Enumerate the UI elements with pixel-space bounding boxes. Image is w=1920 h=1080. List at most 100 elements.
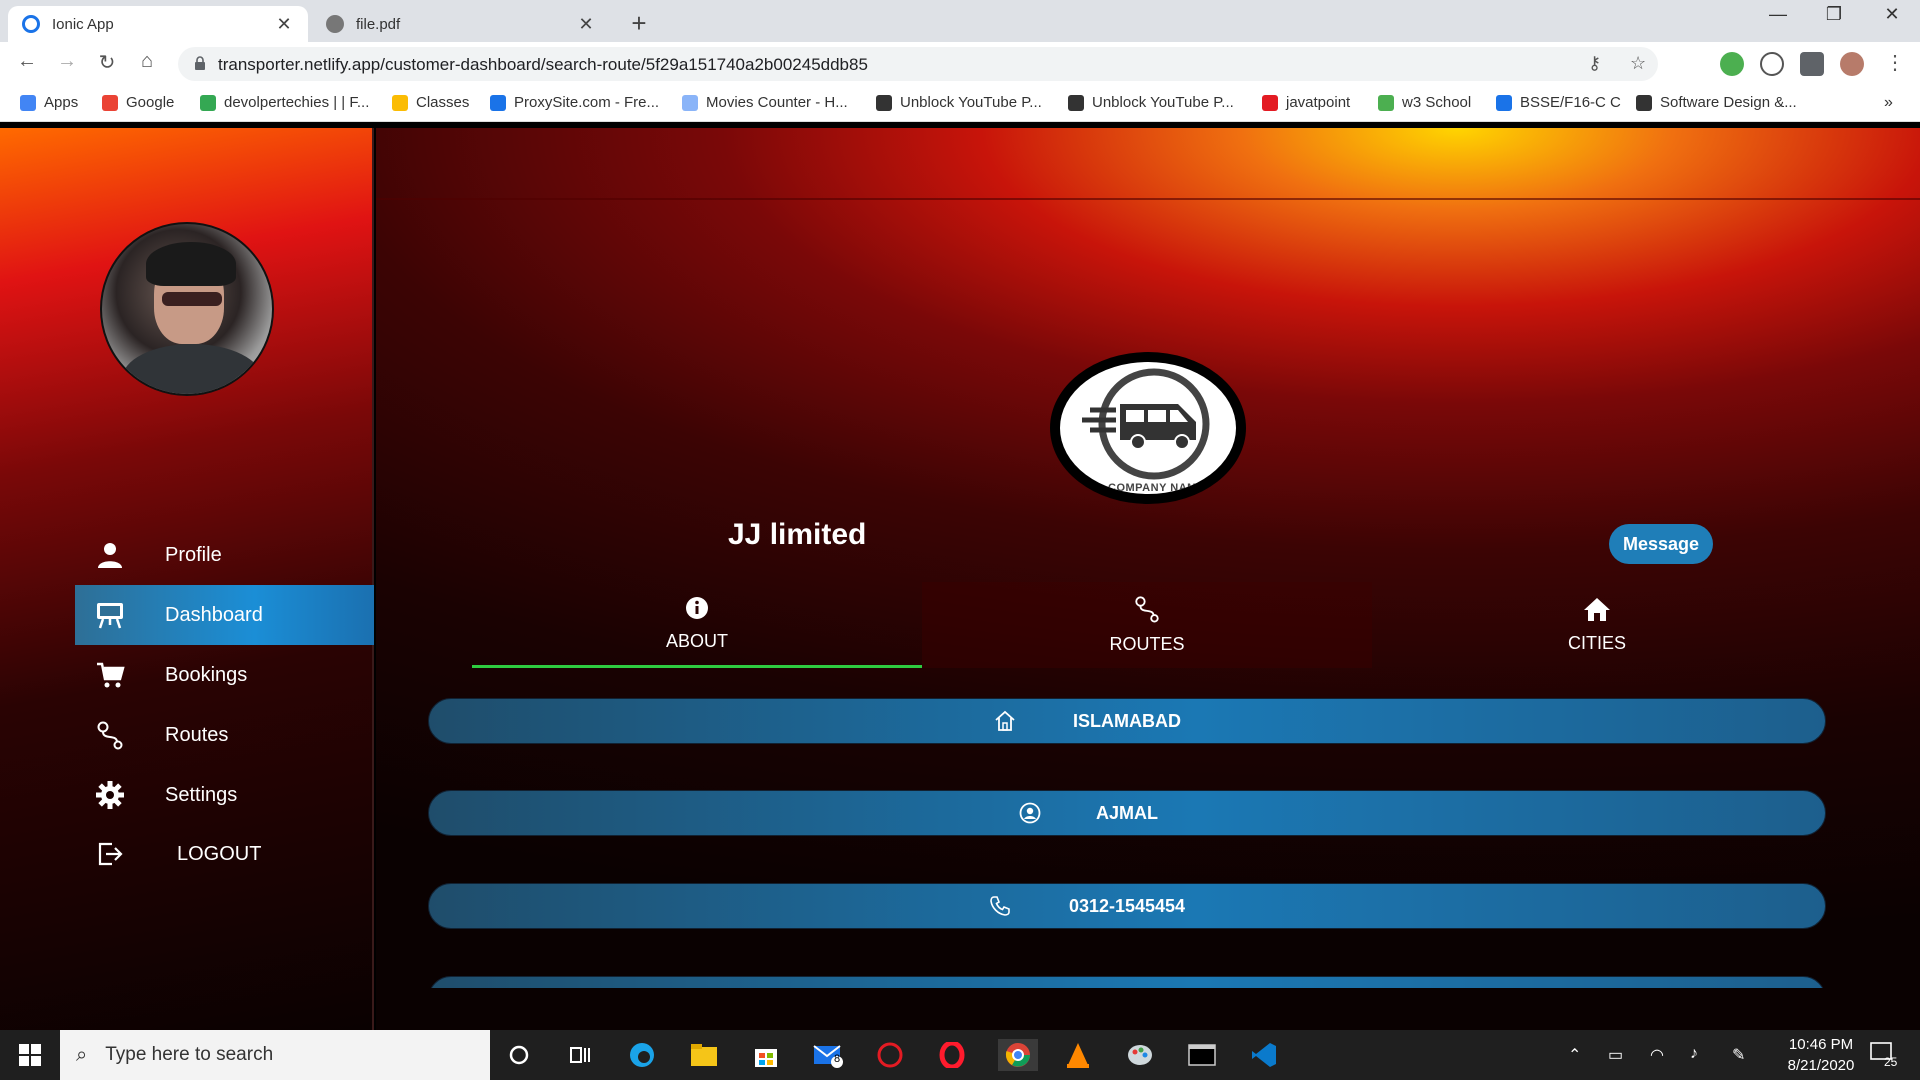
bookmark-label: Apps — [44, 94, 79, 111]
task-view-icon[interactable] — [564, 1039, 596, 1071]
notification-icon[interactable]: 25 — [1870, 1041, 1900, 1069]
sidebar-item-profile[interactable]: Profile — [75, 525, 374, 585]
bookmark-classes[interactable]: Classes — [392, 94, 469, 111]
reload-icon[interactable]: ↻ — [92, 50, 122, 75]
globe-icon — [326, 15, 344, 33]
extension-icon[interactable] — [1760, 52, 1784, 76]
segment-tabs: ABOUT ROUTES CITIES — [472, 582, 1822, 668]
address-bar[interactable]: transporter.netlify.app/customer-dashboa… — [178, 47, 1658, 81]
tab-file-pdf[interactable]: file.pdf ✕ — [312, 6, 610, 42]
restore-icon[interactable]: ❐ — [1814, 4, 1854, 25]
tab-routes[interactable]: ROUTES — [922, 582, 1372, 668]
bookmark-label: BSSE/F16-C C — [1520, 94, 1621, 111]
sidebar-item-dashboard[interactable]: Dashboard — [75, 585, 374, 645]
facebook-group-icon — [200, 94, 216, 111]
city-value: ISLAMABAD — [1073, 710, 1181, 731]
home-icon[interactable]: ⌂ — [132, 50, 162, 73]
sidebar-item-logout[interactable]: LOGOUT — [75, 824, 374, 884]
company-logo-inner: COMPANY NAME — [1060, 362, 1236, 494]
bookmark-label: Unblock YouTube P... — [900, 94, 1042, 111]
profile-avatar[interactable] — [1840, 52, 1864, 76]
chevron-up-icon[interactable]: ⌃ — [1568, 1045, 1581, 1065]
easel-icon — [75, 601, 145, 629]
sidebar-item-settings[interactable]: Settings — [75, 765, 374, 825]
sidebar-item-bookings[interactable]: Bookings — [75, 645, 374, 705]
sidebar-item-label: LOGOUT — [177, 842, 262, 865]
volume-icon[interactable]: ♪ — [1690, 1045, 1698, 1063]
battery-icon[interactable]: ▭ — [1608, 1045, 1623, 1065]
file-explorer-icon[interactable] — [688, 1039, 720, 1071]
forward-icon[interactable]: → — [52, 50, 82, 73]
shield-icon — [490, 94, 506, 111]
home-icon — [1583, 596, 1611, 627]
taskbar-clock[interactable]: 10:46 PM 8/21/2020 — [1766, 1034, 1876, 1076]
edge-icon[interactable] — [626, 1039, 658, 1071]
phone-icon — [989, 895, 1011, 917]
sidebar-item-routes[interactable]: Routes — [75, 705, 374, 765]
minimize-icon[interactable]: — — [1758, 4, 1798, 25]
terminal-icon[interactable] — [1186, 1039, 1218, 1071]
puzzle-icon[interactable] — [1800, 52, 1824, 76]
chrome-icon[interactable] — [998, 1039, 1038, 1071]
bookmark-unblock-youtube[interactable]: Unblock YouTube P... — [1068, 94, 1234, 111]
ionic-favicon-icon — [22, 15, 40, 33]
about-panel[interactable]: ISLAMABAD AJMAL 0312-1545454 ▲ ▼ — [428, 668, 1888, 988]
tab-about[interactable]: ABOUT — [472, 582, 922, 668]
tab-label: ABOUT — [665, 630, 728, 651]
bookmark-label: javatpoint — [1286, 94, 1351, 111]
bookmark-software-design[interactable]: Software Design &... — [1636, 94, 1797, 111]
bookmark-unblock-youtube[interactable]: Unblock YouTube P... — [876, 94, 1042, 111]
header-divider — [376, 198, 1920, 200]
bookmark-bsse[interactable]: BSSE/F16-C C — [1496, 94, 1621, 111]
store-icon[interactable] — [750, 1039, 782, 1071]
phone-value: 0312-1545454 — [1068, 895, 1186, 916]
close-icon[interactable]: ✕ — [576, 14, 596, 35]
back-icon[interactable]: ← — [12, 50, 42, 73]
star-icon[interactable]: ☆ — [1630, 53, 1646, 74]
tab-label: ROUTES — [1109, 634, 1185, 654]
avatar[interactable] — [100, 222, 274, 396]
bookmark-proxysite[interactable]: ProxySite.com - Fre... — [490, 94, 659, 111]
bookmark-devolpertechies[interactable]: devolpertechies | | F... — [200, 94, 369, 111]
gear-icon — [75, 780, 145, 810]
main-content: COMPANY NAME JJ limited Message ABOUT RO… — [376, 128, 1920, 1030]
bookmark-label: Software Design &... — [1660, 94, 1797, 111]
new-tab-icon[interactable]: + — [624, 8, 654, 39]
mail-icon[interactable]: 8 — [812, 1039, 844, 1071]
key-icon[interactable]: ⚷ — [1588, 53, 1601, 74]
browser-toolbar: ← → ↻ ⌂ transporter.netlify.app/customer… — [0, 42, 1920, 86]
document-icon — [1636, 94, 1652, 111]
mail-badge: 8 — [834, 1053, 841, 1065]
cortana-icon[interactable] — [503, 1039, 535, 1071]
bookmark-apps[interactable]: Apps — [20, 94, 78, 111]
owner-value: AJMAL — [1096, 802, 1158, 823]
bookmark-javatpoint[interactable]: javatpoint — [1262, 94, 1350, 111]
pen-icon[interactable]: ✎ — [1732, 1045, 1745, 1065]
wifi-icon[interactable]: ◠ — [1650, 1045, 1664, 1065]
close-window-icon[interactable]: ✕ — [1872, 4, 1912, 25]
paint-icon[interactable] — [1124, 1039, 1156, 1071]
sidebar: Profile Dashboard Bookings Routes Settin — [0, 128, 374, 1030]
sidebar-item-label: Routes — [165, 723, 229, 746]
menu-icon[interactable]: ⋮ — [1880, 50, 1910, 75]
opera-icon[interactable] — [936, 1039, 968, 1071]
shield-icon — [876, 94, 892, 111]
windows-start-icon[interactable] — [0, 1030, 60, 1080]
tab-ionic-app[interactable]: Ionic App ✕ — [8, 6, 308, 42]
company-logo: COMPANY NAME — [1050, 352, 1246, 504]
app-red-icon[interactable] — [874, 1039, 906, 1071]
more-bookmarks-button[interactable]: » — [1884, 94, 1893, 112]
extension-icon[interactable] — [1720, 52, 1744, 76]
tab-cities[interactable]: CITIES — [1372, 582, 1822, 668]
message-button[interactable]: Message — [1609, 524, 1713, 564]
close-icon[interactable]: ✕ — [274, 14, 294, 35]
taskbar-search[interactable]: ⌕ Type here to search — [60, 1030, 490, 1080]
home-icon — [993, 709, 1017, 733]
avatar-hair — [146, 242, 236, 286]
bookmark-google[interactable]: Google — [102, 94, 174, 111]
bookmark-movies-counter[interactable]: Movies Counter - H... — [682, 94, 848, 111]
bookmark-w3school[interactable]: w3 School — [1378, 94, 1471, 111]
apps-icon — [20, 94, 36, 111]
vlc-icon[interactable] — [1062, 1039, 1094, 1071]
vscode-icon[interactable] — [1248, 1039, 1280, 1071]
